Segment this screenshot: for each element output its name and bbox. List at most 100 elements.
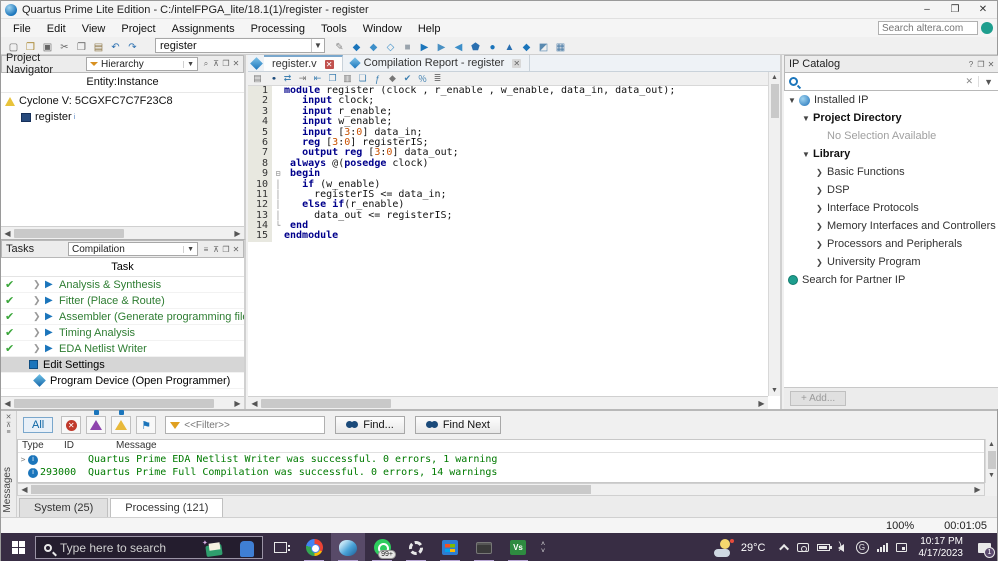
task-item[interactable]: Edit Settings: [1, 357, 244, 373]
hierarchy-item[interactable]: Cyclone V: 5CGXFC7C7F23C8: [1, 93, 244, 109]
scroll-right-icon[interactable]: ▶: [231, 229, 244, 238]
stop-processing-icon[interactable]: ■: [400, 40, 415, 54]
error-filter-button[interactable]: ✕: [61, 416, 81, 434]
volume-icon[interactable]: [838, 544, 848, 552]
scroll-right-icon[interactable]: ▶: [971, 485, 984, 494]
scroll-left-icon[interactable]: ◀: [248, 399, 261, 408]
scroll-left-icon[interactable]: ◀: [18, 485, 31, 494]
menu-assignments[interactable]: Assignments: [164, 21, 243, 37]
start-button[interactable]: [1, 533, 35, 561]
scroll-right-icon[interactable]: ▶: [231, 399, 244, 408]
message-filter-input[interactable]: [184, 420, 324, 431]
undo-icon[interactable]: ↶: [108, 40, 123, 54]
task-item[interactable]: ✔❯▶Analysis & Synthesis: [1, 277, 244, 293]
replace-icon[interactable]: ⇄: [281, 73, 294, 85]
close-tab-icon[interactable]: ✕: [512, 59, 521, 68]
ip-item[interactable]: Search for Partner IP: [784, 271, 998, 289]
taskbar-overflow-chevrons[interactable]: ˄˅: [541, 541, 545, 555]
hierarchy-selector[interactable]: Hierarchy ▼: [86, 57, 198, 71]
project-navigator-hscrollbar[interactable]: ◀ ▶: [1, 226, 244, 239]
menu-processing[interactable]: Processing: [243, 21, 313, 37]
template-icon[interactable]: ƒ: [371, 73, 384, 85]
task-item[interactable]: ✔❯▶EDA Netlist Writer: [1, 341, 244, 357]
float-icon[interactable]: ❐: [221, 245, 231, 254]
ip-item[interactable]: ▼Project Directory: [784, 109, 998, 127]
scroll-down-icon[interactable]: ▼: [988, 472, 995, 479]
taskbar-app-task-view[interactable]: [263, 533, 297, 561]
search-go-icon[interactable]: [981, 22, 993, 34]
task-item[interactable]: Program Device (Open Programmer): [1, 373, 244, 389]
taskbar-app-green-vs-app[interactable]: Vs: [501, 533, 535, 561]
pin-planner-icon[interactable]: ●: [485, 40, 500, 54]
syntax-check-icon[interactable]: ✔: [401, 73, 414, 85]
ip-search-input[interactable]: [802, 76, 961, 87]
close-tab-icon[interactable]: ✕: [325, 60, 334, 69]
task-item[interactable]: ✔❯▶Fitter (Place & Route): [1, 293, 244, 309]
timing-analyzer-icon[interactable]: ◩: [536, 40, 551, 54]
duplicate-icon[interactable]: ❏: [356, 73, 369, 85]
ip-item[interactable]: ▼Library: [784, 145, 998, 163]
rtl-viewer-icon[interactable]: ◀: [451, 40, 466, 54]
help-icon[interactable]: ?: [966, 60, 976, 69]
ip-item[interactable]: ❯University Program: [784, 253, 998, 271]
minimize-button[interactable]: –: [913, 1, 941, 18]
ip-item[interactable]: ▼Installed IP: [784, 91, 998, 109]
taskbar-app-chrome[interactable]: [297, 533, 331, 561]
outdent-icon[interactable]: ⇤: [311, 73, 324, 85]
menu-edit[interactable]: Edit: [39, 21, 74, 37]
edit-icon[interactable]: ✎: [332, 40, 347, 54]
taskbar-app-whatsapp[interactable]: 99+: [365, 533, 399, 561]
scroll-up-icon[interactable]: ▲: [986, 439, 997, 448]
battery-icon[interactable]: [817, 544, 830, 551]
menu-help[interactable]: Help: [410, 21, 449, 37]
add-ip-button[interactable]: + Add...: [790, 391, 846, 406]
task-flow-selector[interactable]: Compilation ▼: [68, 242, 198, 256]
hierarchy-item[interactable]: registeri: [1, 109, 244, 125]
message-list[interactable]: Type ID Message >iQuartus Prime EDA Netl…: [17, 439, 985, 483]
paste-line-icon[interactable]: ▥: [341, 73, 354, 85]
taskbar-search[interactable]: Type here to search ✦: [35, 536, 263, 559]
chevron-down-icon[interactable]: ▼: [311, 39, 324, 52]
clear-search-icon[interactable]: ✕: [961, 76, 980, 87]
all-messages-button[interactable]: All: [23, 417, 53, 433]
paste-icon[interactable]: ▤: [91, 40, 106, 54]
scroll-up-icon[interactable]: ▲: [769, 72, 780, 81]
eda-netlist-icon[interactable]: ▦: [553, 40, 568, 54]
close-panel-icon[interactable]: ✕: [231, 59, 241, 69]
ip-item[interactable]: ❯Memory Interfaces and Controllers: [784, 217, 998, 235]
start-compilation-icon[interactable]: ▶: [417, 40, 432, 54]
ip-item[interactable]: ❯DSP: [784, 181, 998, 199]
indent-icon[interactable]: ⇥: [296, 73, 309, 85]
info-filter-button[interactable]: ⚑: [136, 416, 156, 434]
pin-icon[interactable]: ⊼: [1, 421, 16, 429]
tab-compilation-report-register[interactable]: Compilation Report - register✕: [343, 55, 531, 71]
bookmark-icon[interactable]: ◆: [386, 73, 399, 85]
message-row[interactable]: >iQuartus Prime EDA Netlist Writer was s…: [18, 453, 984, 466]
taskbar-app-settings[interactable]: [399, 533, 433, 561]
messages-vscrollbar[interactable]: ▲ ▼: [985, 439, 997, 483]
code-editor[interactable]: 1module register (clock , r_enable , w_e…: [248, 86, 768, 396]
chip-planner-icon[interactable]: ◆: [519, 40, 534, 54]
programmer-icon[interactable]: ▲: [502, 40, 517, 54]
copy-line-icon[interactable]: ❐: [326, 73, 339, 85]
maximize-button[interactable]: ❐: [941, 1, 969, 18]
state-machine-viewer-icon[interactable]: ⬟: [468, 40, 483, 54]
redo-icon[interactable]: ↷: [125, 40, 140, 54]
start-timing-analysis-icon[interactable]: ▶: [434, 40, 449, 54]
chevron-up-icon[interactable]: [782, 544, 789, 551]
analysis-synthesis-icon[interactable]: ◆: [366, 40, 381, 54]
scroll-down-icon[interactable]: ▼: [769, 387, 780, 394]
close-panel-icon[interactable]: ✕: [986, 60, 996, 69]
critical-warning-filter-button[interactable]: [86, 416, 106, 434]
word-wrap-icon[interactable]: ≣: [431, 73, 444, 85]
messages-tab-system[interactable]: System (25): [19, 498, 108, 517]
ip-item[interactable]: ❯Processors and Peripherals: [784, 235, 998, 253]
tasks-hscrollbar[interactable]: ◀ ▶: [1, 396, 244, 409]
find-next-button[interactable]: Find Next: [415, 416, 501, 434]
task-item[interactable]: ✔❯▶Timing Analysis: [1, 325, 244, 341]
wifi-icon[interactable]: [877, 543, 888, 552]
scroll-right-icon[interactable]: ▶: [755, 399, 768, 408]
taskbar-app-quartus[interactable]: [331, 533, 365, 561]
menu-icon[interactable]: ≡: [201, 245, 211, 254]
menu-tools[interactable]: Tools: [313, 21, 355, 37]
